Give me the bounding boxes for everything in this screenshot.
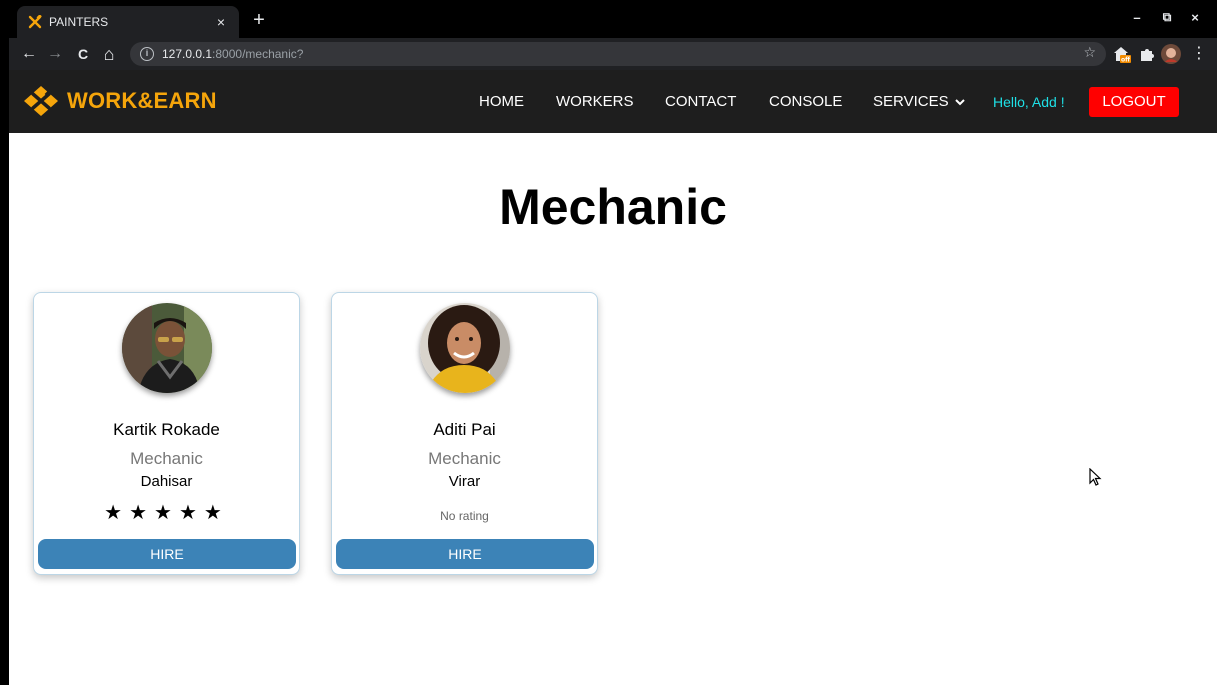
logout-button[interactable]: LOGOUT <box>1089 87 1179 117</box>
site-info-icon[interactable]: i <box>140 47 154 61</box>
window-frame <box>0 0 9 685</box>
address-bar[interactable]: i 127.0.0.1:8000/mechanic? ☆ <box>130 42 1106 66</box>
worker-role: Mechanic <box>130 449 203 468</box>
browser-menu-button[interactable]: ⋮ <box>1189 44 1209 64</box>
url-path: :8000/mechanic? <box>212 47 304 61</box>
profile-avatar[interactable] <box>1161 44 1181 64</box>
restore-button[interactable]: ⧉ <box>1157 10 1177 25</box>
worker-photo-kartik <box>122 303 212 393</box>
site-navbar: WORK&EARN HOME WORKERS CONTACT CONSOLE S… <box>9 70 1217 133</box>
svg-text:off: off <box>1121 57 1130 64</box>
worker-card: Kartik Rokade Mechanic Dahisar ★★★★★ HIR… <box>33 292 300 575</box>
page-title: Mechanic <box>499 179 727 235</box>
nav-home[interactable]: HOME <box>479 93 524 110</box>
url-text: 127.0.0.1:8000/mechanic? <box>162 47 303 61</box>
worker-location: Dahisar <box>140 473 193 490</box>
brand-name: WORK&EARN <box>67 88 217 113</box>
browser-tab[interactable]: PAINTERS × <box>17 6 239 38</box>
nav-workers[interactable]: WORKERS <box>556 93 634 110</box>
mouse-cursor-icon <box>1089 468 1102 486</box>
worker-name: Kartik Rokade <box>113 420 220 439</box>
address-toolbar: ← → C ⌂ i 127.0.0.1:8000/mechanic? ☆ off… <box>9 38 1217 70</box>
worker-photo-aditi <box>420 303 510 393</box>
new-tab-button[interactable]: + <box>247 6 271 34</box>
bookmark-star-icon[interactable]: ☆ <box>1083 44 1096 61</box>
star-rating: ★★★★★ <box>104 502 229 524</box>
tab-title: PAINTERS <box>49 15 109 29</box>
worker-name: Aditi Pai <box>433 420 496 439</box>
nav-services-label: SERVICES <box>873 93 949 110</box>
chevron-down-icon <box>954 99 965 106</box>
hire-button[interactable]: HIRE <box>38 539 296 569</box>
extensions-puzzle-icon[interactable] <box>1137 44 1157 64</box>
nav-contact[interactable]: CONTACT <box>665 93 736 110</box>
forward-button[interactable]: → <box>45 44 65 64</box>
nav-services[interactable]: SERVICES <box>873 93 965 110</box>
close-window-button[interactable]: × <box>1185 10 1205 25</box>
hire-button[interactable]: HIRE <box>336 539 594 569</box>
worker-location: Virar <box>448 473 481 490</box>
tools-favicon-icon <box>27 14 43 30</box>
work-earn-logo-icon <box>24 86 58 116</box>
back-button[interactable]: ← <box>19 44 39 64</box>
worker-card: Aditi Pai Mechanic Virar No rating HIRE <box>331 292 598 575</box>
tab-close-icon[interactable]: × <box>213 14 229 30</box>
url-host: 127.0.0.1 <box>162 47 213 61</box>
greeting-text: Hello, Add ! <box>993 94 1065 110</box>
minimize-button[interactable]: – <box>1127 10 1147 25</box>
brand-link[interactable]: WORK&EARN <box>23 85 217 117</box>
nav-console[interactable]: CONSOLE <box>769 93 842 110</box>
offers-extension-icon[interactable]: off <box>1111 44 1131 64</box>
home-button[interactable]: ⌂ <box>99 44 119 64</box>
worker-role: Mechanic <box>428 449 501 468</box>
no-rating-text: No rating <box>440 509 489 523</box>
reload-button[interactable]: C <box>73 44 93 64</box>
tab-strip: PAINTERS × + – ⧉ × <box>9 0 1217 38</box>
